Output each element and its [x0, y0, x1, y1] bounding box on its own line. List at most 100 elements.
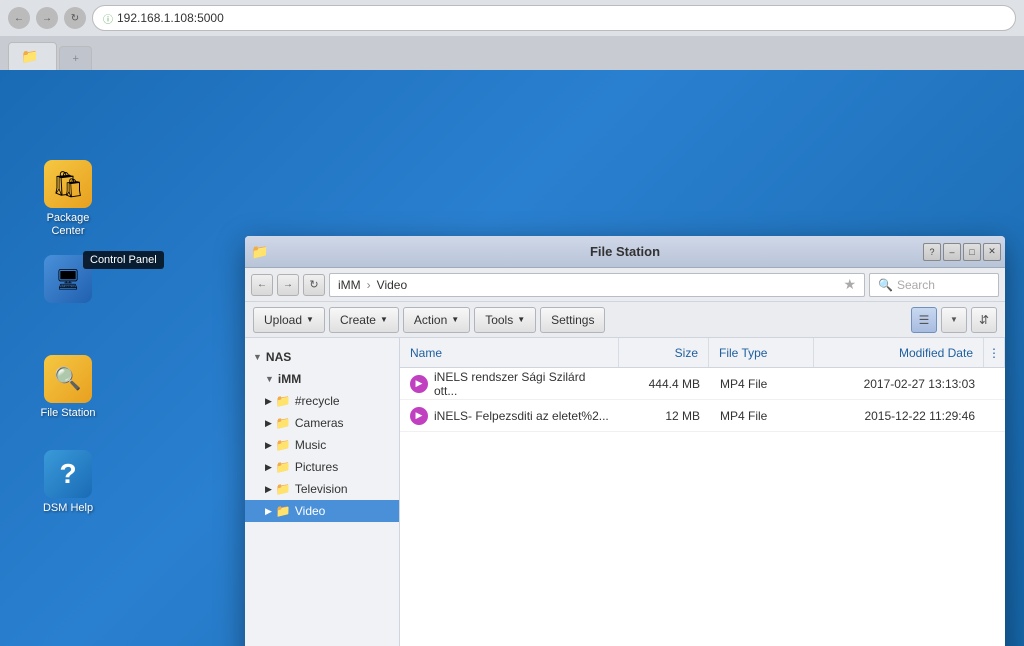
col-header-date[interactable]: Modified Date	[814, 338, 984, 367]
browser-toolbar: ← → ↻ ⓘ 192.168.1.108:5000	[0, 0, 1024, 36]
sidebar-item-television[interactable]: ▶ 📁 Television	[245, 478, 399, 500]
sidebar-item-cameras[interactable]: ▶ 📁 Cameras	[245, 412, 399, 434]
create-button[interactable]: Create ▼	[329, 307, 399, 333]
file-station-label: File Station	[40, 407, 95, 420]
package-center-icon	[44, 160, 92, 208]
music-arrow-icon: ▶	[265, 440, 272, 451]
sidebar-item-music[interactable]: ▶ 📁 Music	[245, 434, 399, 456]
table-row[interactable]: ▶ iNELS- Felpezsditi az eletet%2... 12 M…	[400, 400, 1005, 432]
file-station-window: 📁 File Station ? – □ ✕ ← → ↻ iMM › Video…	[245, 236, 1005, 646]
nas-arrow-icon: ▼	[253, 352, 262, 362]
pictures-arrow-icon: ▶	[265, 462, 272, 473]
tools-dropdown-arrow: ▼	[517, 315, 525, 324]
forward-button[interactable]: →	[36, 7, 58, 29]
file-cell-name-0: ▶ iNELS rendszer Sági Szilárd ott...	[400, 368, 620, 399]
dsm-help-icon	[44, 450, 92, 498]
tab-new[interactable]: +	[59, 46, 91, 70]
view-dropdown-button[interactable]: ▼	[941, 307, 967, 333]
television-folder-icon: 📁	[276, 482, 291, 496]
file-list: Name Size File Type Modified Date ⋮ ▶ iN…	[400, 338, 1005, 646]
sort-button[interactable]: ⇵	[971, 307, 997, 333]
path-imm: iMM	[338, 278, 361, 292]
upload-label: Upload	[264, 313, 302, 327]
window-controls: ? – □ ✕	[923, 243, 1001, 261]
help-button[interactable]: ?	[923, 243, 941, 261]
sidebar-imm-header[interactable]: ▼ iMM	[245, 368, 399, 390]
action-dropdown-arrow: ▼	[451, 315, 459, 324]
path-video: Video	[377, 278, 407, 292]
desktop-icon-package-center[interactable]: PackageCenter	[28, 160, 108, 238]
sidebar-item-video[interactable]: ▶ 📁 Video	[245, 500, 399, 522]
desktop-icon-file-station[interactable]: File Station	[28, 355, 108, 420]
desktop-icon-dsm-help[interactable]: DSM Help	[28, 450, 108, 515]
package-center-label: PackageCenter	[47, 212, 90, 238]
file-name-1: iNELS- Felpezsditi az eletet%2...	[434, 409, 609, 423]
path-separator: ›	[367, 278, 371, 292]
back-button[interactable]: ←	[8, 7, 30, 29]
file-cell-more-1	[985, 400, 1005, 431]
window-title: File Station	[590, 244, 660, 259]
col-header-type[interactable]: File Type	[709, 338, 814, 367]
music-folder-icon: 📁	[276, 438, 291, 452]
file-name-0: iNELS rendszer Sági Szilárd ott...	[434, 370, 610, 398]
upload-button[interactable]: Upload ▼	[253, 307, 325, 333]
sidebar-nas-header[interactable]: ▼ NAS	[245, 346, 399, 368]
action-label: Action	[414, 313, 447, 327]
settings-label: Settings	[551, 313, 594, 327]
address-bar[interactable]: ⓘ 192.168.1.108:5000	[92, 5, 1016, 31]
browser-tabs: 📁 +	[0, 36, 1024, 70]
music-label: Music	[295, 438, 326, 452]
addr-forward-button[interactable]: →	[277, 274, 299, 296]
reload-button[interactable]: ↻	[64, 7, 86, 29]
desktop-icon-control-panel[interactable]: 🖥 Control Panel Control Panel	[28, 255, 108, 320]
list-view-button[interactable]: ☰	[911, 307, 937, 333]
file-cell-more-0	[985, 368, 1005, 399]
col-header-more[interactable]: ⋮	[984, 338, 1005, 367]
cameras-label: Cameras	[295, 416, 344, 430]
addr-refresh-button[interactable]: ↻	[303, 274, 325, 296]
imm-arrow-icon: ▼	[265, 374, 274, 384]
recycle-arrow-icon: ▶	[265, 396, 272, 407]
sidebar-imm-section: ▼ iMM ▶ 📁 #recycle ▶ 📁 Cameras	[245, 368, 399, 522]
sidebar: ▼ NAS ▼ iMM ▶ 📁 #recycle	[245, 338, 400, 646]
col-header-size[interactable]: Size	[619, 338, 709, 367]
dsm-help-label: DSM Help	[43, 502, 93, 515]
file-cell-date-1: 2015-12-22 11:29:46	[815, 400, 985, 431]
window-folder-icon: 📁	[251, 243, 268, 260]
control-panel-tooltip: Control Panel	[83, 251, 164, 269]
pictures-folder-icon: 📁	[276, 460, 291, 474]
tab-active[interactable]: 📁	[8, 42, 57, 70]
settings-button[interactable]: Settings	[540, 307, 605, 333]
lock-icon: ⓘ	[103, 11, 113, 26]
file-cell-type-1: MP4 File	[710, 400, 815, 431]
addr-back-button[interactable]: ←	[251, 274, 273, 296]
television-label: Television	[295, 482, 348, 496]
file-cell-size-0: 444.4 MB	[620, 368, 710, 399]
cameras-folder-icon: 📁	[276, 416, 291, 430]
nas-label: NAS	[266, 350, 291, 364]
sidebar-nas-section: ▼ NAS ▼ iMM ▶ 📁 #recycle	[245, 346, 399, 522]
col-header-name[interactable]: Name	[400, 338, 619, 367]
minimize-button[interactable]: –	[943, 243, 961, 261]
window-content: ▼ NAS ▼ iMM ▶ 📁 #recycle	[245, 338, 1005, 646]
action-button[interactable]: Action ▼	[403, 307, 470, 333]
file-cell-name-1: ▶ iNELS- Felpezsditi az eletet%2...	[400, 400, 620, 431]
star-icon[interactable]: ★	[843, 276, 856, 293]
view-controls: ☰ ▼ ⇵	[911, 307, 997, 333]
file-cell-date-0: 2017-02-27 13:13:03	[815, 368, 985, 399]
file-icon-0: ▶	[410, 375, 428, 393]
video-folder-icon: 📁	[276, 504, 291, 518]
sidebar-item-recycle[interactable]: ▶ 📁 #recycle	[245, 390, 399, 412]
pictures-label: Pictures	[295, 460, 338, 474]
window-addressbar: ← → ↻ iMM › Video ★ 🔍 Search	[245, 268, 1005, 302]
tools-button[interactable]: Tools ▼	[474, 307, 536, 333]
file-cell-type-0: MP4 File	[710, 368, 815, 399]
addr-path[interactable]: iMM › Video ★	[329, 273, 865, 297]
sidebar-item-pictures[interactable]: ▶ 📁 Pictures	[245, 456, 399, 478]
close-button[interactable]: ✕	[983, 243, 1001, 261]
table-row[interactable]: ▶ iNELS rendszer Sági Szilárd ott... 444…	[400, 368, 1005, 400]
recycle-folder-icon: 📁	[276, 394, 291, 408]
maximize-button[interactable]: □	[963, 243, 981, 261]
television-arrow-icon: ▶	[265, 484, 272, 495]
search-input[interactable]: 🔍 Search	[869, 273, 999, 297]
